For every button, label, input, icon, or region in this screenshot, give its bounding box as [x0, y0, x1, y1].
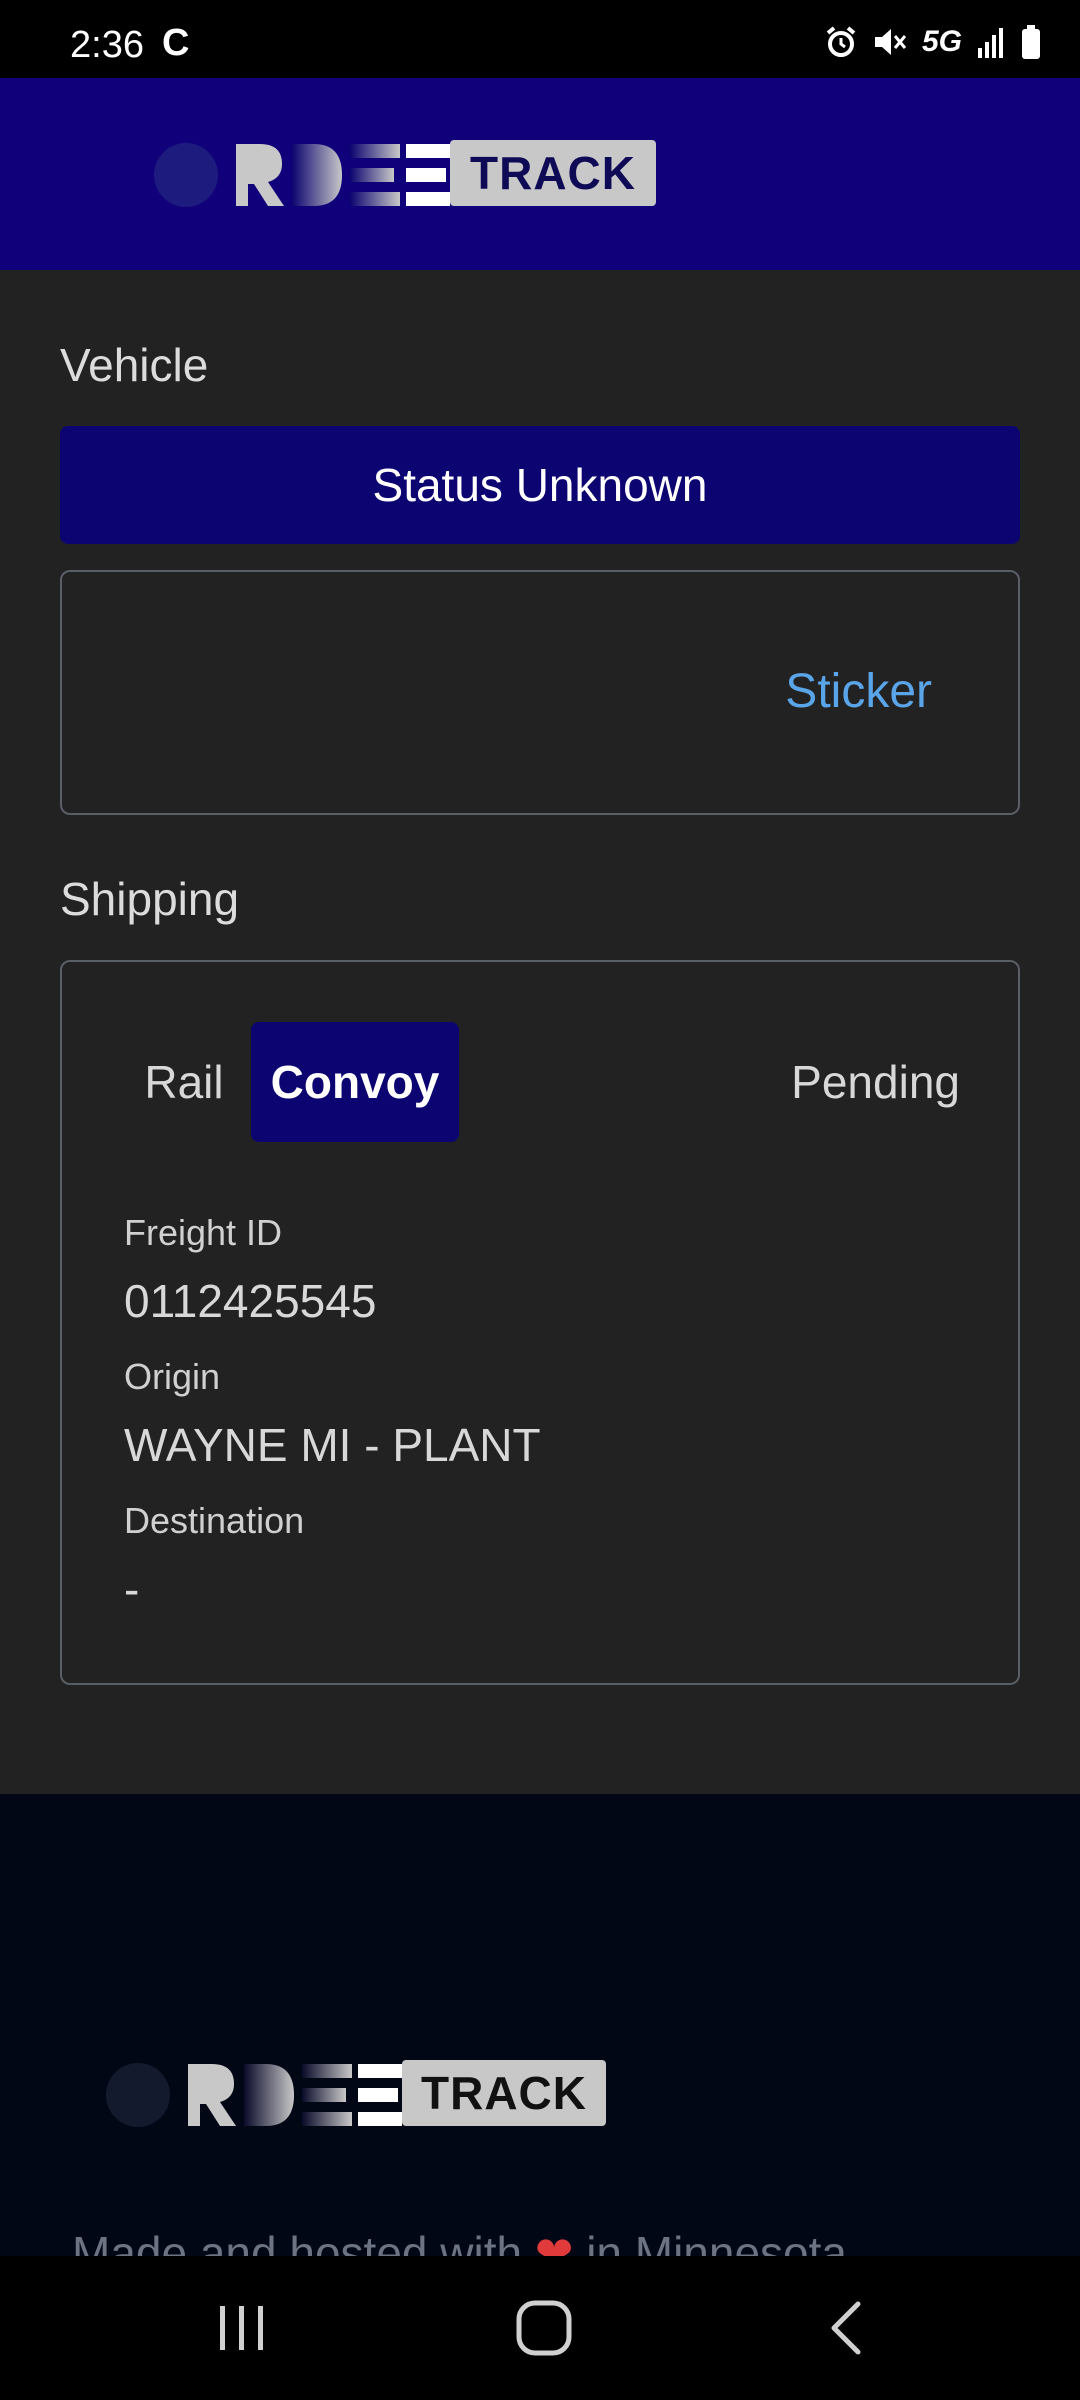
destination-label: Destination	[124, 1500, 305, 1541]
vehicle-card: Sticker	[60, 570, 1020, 815]
shipping-section-title: Shipping	[60, 873, 240, 925]
logo-track-badge: TRACK	[450, 140, 656, 206]
shipping-status: Pending	[791, 1056, 960, 1108]
status-app-indicator: C	[162, 22, 190, 64]
battery-icon	[1022, 25, 1040, 59]
alarm-icon	[826, 26, 856, 57]
home-icon[interactable]	[514, 2298, 574, 2358]
app-header: TRACK	[0, 78, 1080, 270]
footer-logo-mark	[106, 2063, 402, 2127]
footer-logo[interactable]: TRACK	[104, 2060, 606, 2130]
footer-logo-track-badge: TRACK	[402, 2060, 606, 2126]
vehicle-status-banner: Status Unknown	[60, 426, 1020, 544]
tab-convoy[interactable]: Convoy	[251, 1022, 459, 1142]
tab-rail[interactable]: Rail	[124, 1022, 244, 1142]
back-icon[interactable]	[818, 2298, 878, 2358]
freight-id-label: Freight ID	[124, 1212, 283, 1253]
status-icons: 5G	[824, 22, 1042, 62]
recent-apps-icon[interactable]	[212, 2298, 272, 2358]
signal-icon	[978, 28, 1003, 58]
freight-id-value: 0112425545	[124, 1275, 377, 1327]
vehicle-section-title: Vehicle	[60, 339, 209, 391]
system-nav-bar	[0, 2256, 1080, 2400]
footer: TRACK Made and hosted with ❤ in Minnesot…	[0, 1794, 1080, 2279]
sticker-link[interactable]: Sticker	[785, 664, 932, 719]
shipping-card: Rail Convoy Pending Freight ID 011242554…	[60, 960, 1020, 1685]
origin-label: Origin	[124, 1356, 221, 1397]
logo-mark	[154, 143, 450, 207]
header-logo[interactable]: TRACK	[150, 140, 656, 210]
status-time: 2:36	[70, 24, 144, 66]
status-bar: 2:36 C 5G	[0, 0, 1080, 78]
origin-value: WAYNE MI - PLANT	[124, 1419, 541, 1471]
mute-icon	[874, 29, 907, 55]
destination-value: -	[124, 1563, 140, 1615]
5g-icon: 5G	[921, 25, 962, 58]
